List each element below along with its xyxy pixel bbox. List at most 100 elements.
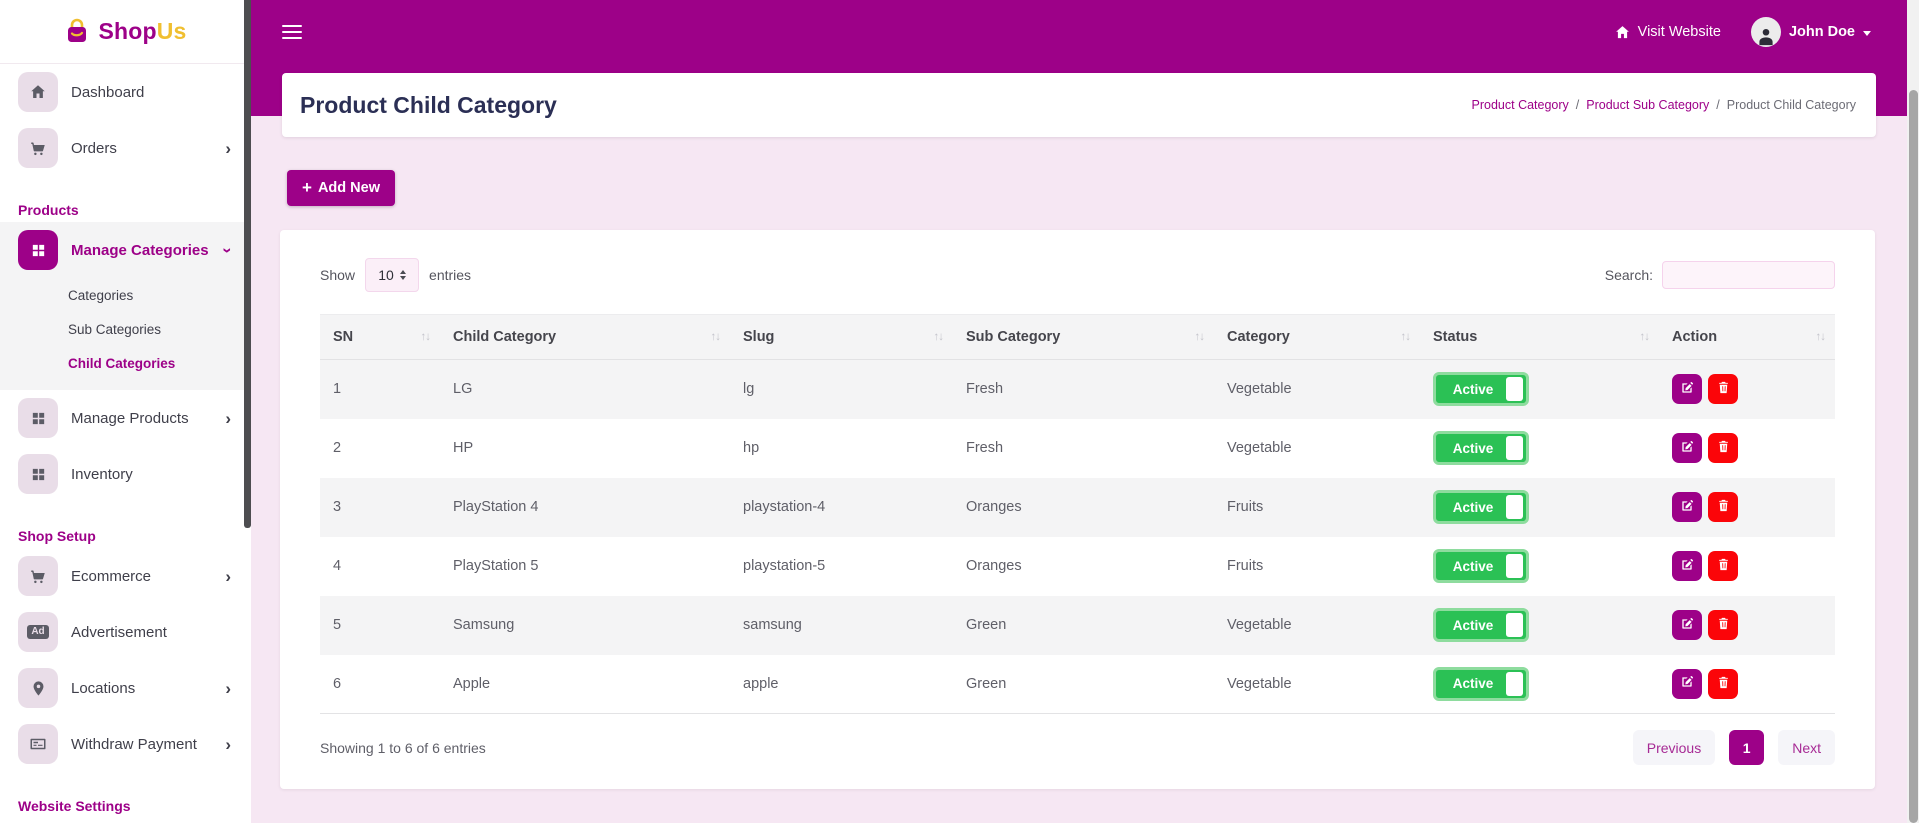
toggle-knob [1506,613,1523,637]
sidebar-item-inventory[interactable]: Inventory [0,446,251,502]
cell-category: Vegetable [1214,655,1420,714]
status-label: Active [1453,382,1510,397]
page-number-button[interactable]: 1 [1729,730,1764,765]
sidebar-scrollbar[interactable] [244,0,251,528]
status-toggle[interactable]: Active [1433,372,1529,406]
breadcrumb-item-product-sub-category[interactable]: Product Sub Category [1586,98,1709,112]
cell-sub-category: Fresh [953,360,1214,419]
status-label: Active [1453,441,1510,456]
column-header-sub-category[interactable]: Sub Category↑↓ [953,315,1214,360]
column-header-category[interactable]: Category↑↓ [1214,315,1420,360]
cell-status: Active [1420,655,1659,714]
add-new-button[interactable]: + Add New [287,170,395,206]
status-toggle[interactable]: Active [1433,608,1529,642]
trash-icon [1716,439,1731,457]
page-size-select[interactable]: 10 [365,258,419,292]
breadcrumb-item-product-category[interactable]: Product Category [1472,98,1569,112]
column-label: Slug [743,329,774,345]
delete-button[interactable] [1708,492,1738,522]
search-input[interactable] [1662,261,1835,289]
cell-category: Vegetable [1214,360,1420,419]
status-toggle[interactable]: Active [1433,431,1529,465]
column-header-slug[interactable]: Slug↑↓ [730,315,953,360]
edit-icon [1679,674,1695,693]
cell-sn: 6 [320,655,440,714]
sidebar-item-label: Dashboard [71,84,144,101]
chevron-right-icon: › [225,140,231,157]
cell-child-category: Apple [440,655,730,714]
grid-icon [18,398,58,438]
edit-button[interactable] [1672,610,1702,640]
search-label: Search: [1605,267,1653,283]
cell-slug: apple [730,655,953,714]
sidebar-item-locations[interactable]: Locations › [0,660,251,716]
cell-status: Active [1420,360,1659,419]
status-label: Active [1453,618,1510,633]
sidebar-item-label: Locations [71,680,135,697]
delete-button[interactable] [1708,610,1738,640]
edit-button[interactable] [1672,492,1702,522]
sidebar-item-ecommerce[interactable]: Ecommerce› [0,548,251,604]
sidebar-item-orders[interactable]: Orders› [0,120,251,176]
plus-icon: + [302,178,312,198]
cell-action [1659,655,1835,714]
page-header: Product Child Category Product Category/… [282,73,1876,137]
sidebar-item-advertisement[interactable]: AdAdvertisement [0,604,251,660]
delete-button[interactable] [1708,374,1738,404]
trash-icon [1716,675,1731,693]
sort-icon: ↑↓ [711,331,721,343]
cell-slug: hp [730,419,953,478]
cell-sub-category: Oranges [953,537,1214,596]
column-header-child-category[interactable]: Child Category↑↓ [440,315,730,360]
edit-button[interactable] [1672,374,1702,404]
column-header-status[interactable]: Status↑↓ [1420,315,1659,360]
sidebar-item-label: Manage Categories [71,242,209,259]
cell-status: Active [1420,419,1659,478]
menu-toggle-button[interactable] [282,21,302,43]
delete-button[interactable] [1708,433,1738,463]
sidebar-item-manage-categories[interactable]: Manage Categories› [0,222,251,278]
user-menu[interactable]: John Doe [1751,17,1871,47]
sidebar-subitem-categories[interactable]: Categories [0,278,251,312]
status-toggle[interactable]: Active [1433,549,1529,583]
show-label: Show [320,267,355,283]
next-button[interactable]: Next [1778,730,1835,765]
edit-button[interactable] [1672,551,1702,581]
page-scrollbar-thumb[interactable] [1909,90,1918,823]
sort-icon: ↑↓ [1195,331,1205,343]
grid-icon [18,454,58,494]
sidebar-item-label: Manage Products [71,410,189,427]
delete-button[interactable] [1708,551,1738,581]
cell-status: Active [1420,478,1659,537]
breadcrumb: Product Category/Product Sub Category/Pr… [1472,98,1856,112]
sidebar-item-label: Withdraw Payment [71,736,197,753]
sidebar-subitem-sub-categories[interactable]: Sub Categories [0,312,251,346]
cell-child-category: HP [440,419,730,478]
previous-button[interactable]: Previous [1633,730,1715,765]
status-toggle[interactable]: Active [1433,490,1529,524]
sidebar-item-manage-products[interactable]: Manage Products› [0,390,251,446]
status-toggle[interactable]: Active [1433,667,1529,701]
person-icon [1755,25,1777,47]
table-row: 5SamsungsamsungGreenVegetableActive [320,596,1835,655]
column-header-sn[interactable]: SN↑↓ [320,315,440,360]
cell-sub-category: Green [953,655,1214,714]
brand-logo[interactable]: ShopUs [0,0,251,64]
chevron-right-icon: › [225,680,231,697]
column-header-action[interactable]: Action↑↓ [1659,315,1835,360]
sidebar-subitem-child-categories[interactable]: Child Categories [0,346,251,380]
edit-button[interactable] [1672,433,1702,463]
cell-child-category: PlayStation 5 [440,537,730,596]
delete-button[interactable] [1708,669,1738,699]
sidebar-item-withdraw-payment[interactable]: Withdraw Payment› [0,716,251,772]
page-size-value: 10 [378,267,394,283]
edit-icon [1679,557,1695,576]
page-scrollbar[interactable] [1907,0,1919,823]
toggle-knob [1506,672,1523,696]
cell-slug: lg [730,360,953,419]
edit-icon [1679,498,1695,517]
visit-website-link[interactable]: Visit Website [1614,24,1721,41]
sidebar-item-dashboard[interactable]: Dashboard [0,64,251,120]
column-label: Status [1433,329,1477,345]
edit-button[interactable] [1672,669,1702,699]
